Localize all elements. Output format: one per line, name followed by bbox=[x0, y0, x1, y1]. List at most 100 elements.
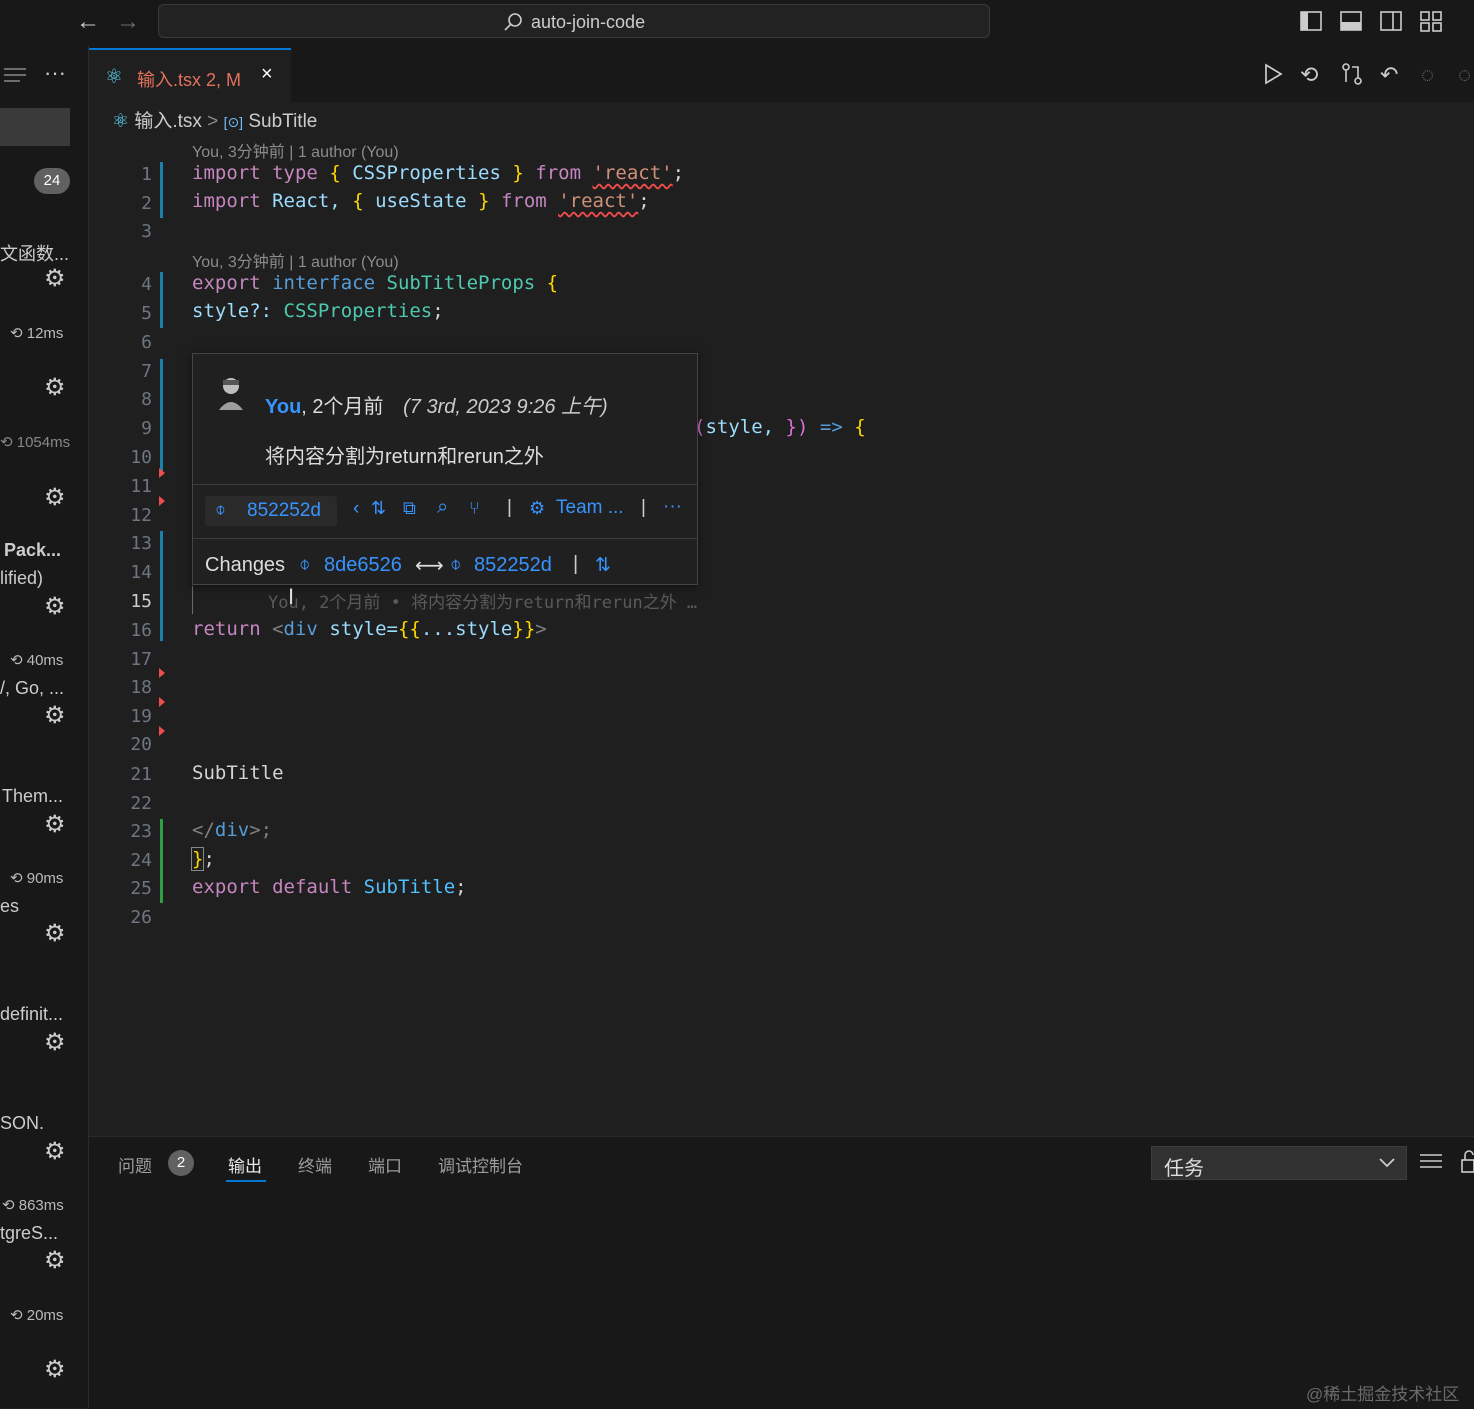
command-center-search[interactable]: auto-join-code bbox=[158, 4, 990, 38]
gear-icon[interactable]: ⚙ bbox=[44, 1137, 66, 1166]
tab-label: 输入.tsx 2, M bbox=[137, 70, 242, 90]
output-channel-select[interactable]: 任务 bbox=[1151, 1146, 1407, 1180]
line-number: 21 bbox=[130, 764, 152, 785]
gear-icon[interactable]: ⚙ bbox=[44, 264, 66, 293]
code-line-5[interactable]: style?: CSSProperties; bbox=[192, 300, 444, 322]
back-arrow-icon[interactable]: ← bbox=[76, 8, 100, 36]
run-icon[interactable] bbox=[1262, 62, 1284, 86]
gear-icon[interactable]: ⚙ bbox=[44, 483, 66, 512]
more-actions-icon[interactable]: ··· bbox=[44, 60, 66, 86]
extension-item-label[interactable]: es bbox=[0, 896, 19, 917]
gear-icon[interactable]: ⚙ bbox=[44, 1246, 66, 1275]
from-commit-link[interactable]: 8de6526 bbox=[324, 554, 402, 577]
line-number: 7 bbox=[141, 361, 152, 382]
line-number: 24 bbox=[130, 850, 152, 871]
gear-icon[interactable]: ⚙ bbox=[44, 701, 66, 730]
active-tab-indicator bbox=[226, 1180, 266, 1182]
extension-item-label[interactable]: tgreS... bbox=[0, 1223, 58, 1244]
code-line-16[interactable]: return <div style={{...style}}> bbox=[192, 618, 547, 640]
commit-icon: ⌽ bbox=[215, 499, 226, 519]
tab-ports[interactable]: 端口 bbox=[368, 1152, 402, 1177]
extension-item-label[interactable]: /, Go, ... bbox=[0, 678, 64, 699]
line-number: 23 bbox=[130, 821, 152, 842]
tab-problems[interactable]: 问题 bbox=[118, 1152, 152, 1177]
more-icon[interactable]: ··· bbox=[663, 496, 682, 518]
code-line-4[interactable]: export interface SubTitleProps { bbox=[192, 272, 558, 294]
gear-icon[interactable]: ⚙ bbox=[44, 1028, 66, 1057]
team-link[interactable]: Team ... bbox=[556, 497, 624, 519]
extension-item-label[interactable]: SON. bbox=[0, 1113, 44, 1134]
commit-sha: 852252d bbox=[247, 500, 321, 521]
code-line-21[interactable]: SubTitle bbox=[192, 762, 284, 784]
gutter-deleted-marker[interactable] bbox=[159, 697, 165, 707]
line-number: 8 bbox=[141, 389, 152, 410]
code-line-23[interactable]: </div>; bbox=[192, 819, 272, 841]
gutter-added-marker[interactable] bbox=[160, 819, 163, 903]
chevron-down-icon bbox=[1379, 1158, 1395, 1168]
breadcrumb-file[interactable]: 输入.tsx bbox=[134, 111, 202, 132]
line-number: 4 bbox=[141, 274, 152, 295]
tab-terminal[interactable]: 终端 bbox=[298, 1152, 332, 1177]
forward-arrow-icon[interactable]: → bbox=[116, 8, 140, 36]
previous-change-icon[interactable]: ◌ bbox=[1421, 62, 1434, 88]
compare-changes-icon[interactable] bbox=[1340, 62, 1364, 86]
code-line-25[interactable]: export default SubTitle; bbox=[192, 876, 467, 898]
gear-icon[interactable]: ⚙ bbox=[44, 373, 66, 402]
code-line-2[interactable]: import React, { useState } from 'react'; bbox=[192, 190, 650, 212]
code-line-9-fragment[interactable]: (style, }) => { bbox=[694, 416, 866, 438]
gutter-deleted-marker[interactable] bbox=[159, 468, 165, 478]
tab-output[interactable]: 输出 bbox=[228, 1152, 262, 1177]
toggle-panel-icon[interactable] bbox=[1340, 10, 1362, 32]
close-tab-icon[interactable]: × bbox=[261, 63, 273, 86]
code-line-24[interactable]: }; bbox=[190, 847, 215, 871]
open-changes-icon[interactable]: ⧉ bbox=[403, 498, 416, 519]
inline-blame-ghost-text[interactable]: You, 2个月前 • 将内容分割为return和rerun之外 … bbox=[268, 588, 697, 613]
lock-scroll-icon[interactable] bbox=[1460, 1150, 1474, 1174]
problems-count-badge: 2 bbox=[168, 1150, 194, 1176]
gutter-modified-marker[interactable] bbox=[160, 272, 163, 328]
gear-icon[interactable]: ⚙ bbox=[44, 919, 66, 948]
gutter-deleted-marker[interactable] bbox=[159, 668, 165, 678]
compare-icon[interactable]: ⇅ bbox=[371, 498, 386, 519]
breadcrumb-symbol[interactable]: SubTitle bbox=[248, 111, 317, 132]
gutter-modified-marker[interactable] bbox=[160, 359, 163, 471]
tab-debug-console[interactable]: 调试控制台 bbox=[438, 1152, 523, 1177]
code-line-1[interactable]: import type { CSSProperties } from 'reac… bbox=[192, 162, 684, 184]
search-commit-icon[interactable]: ⌕ bbox=[437, 496, 448, 519]
customize-layout-icon[interactable] bbox=[1420, 10, 1442, 32]
line-number: 16 bbox=[130, 620, 152, 641]
go-back-icon[interactable]: ↶ bbox=[1380, 62, 1398, 88]
extension-item-label[interactable]: Pack... bbox=[4, 540, 61, 561]
commit-message: 将内容分割为return和rerun之外 bbox=[265, 446, 544, 468]
gutter-deleted-marker[interactable] bbox=[159, 726, 165, 736]
line-number: 14 bbox=[130, 562, 152, 583]
toggle-primary-sidebar-icon[interactable] bbox=[1300, 10, 1322, 32]
sidebar-search-field[interactable] bbox=[0, 108, 70, 146]
previous-revision-icon[interactable]: ‹ bbox=[353, 498, 359, 520]
gear-icon[interactable]: ⚙ bbox=[44, 592, 66, 621]
line-number: 26 bbox=[130, 907, 152, 928]
gear-icon[interactable]: ⚙ bbox=[44, 810, 66, 839]
codelens-blame[interactable]: You, 3分钟前 | 1 author (You) bbox=[192, 248, 399, 272]
next-change-icon[interactable]: ◌ bbox=[1458, 62, 1471, 88]
to-commit-link[interactable]: 852252d bbox=[474, 554, 552, 577]
commit-sha-chip[interactable]: ⌽ 852252d bbox=[205, 496, 337, 526]
line-number: 10 bbox=[130, 447, 152, 468]
extension-item-label[interactable]: definit... bbox=[0, 1004, 63, 1025]
gutter-deleted-marker[interactable] bbox=[159, 496, 165, 506]
list-icon[interactable] bbox=[4, 66, 26, 84]
codelens-blame[interactable]: You, 3分钟前 | 1 author (You) bbox=[192, 138, 399, 162]
tab-input-tsx[interactable]: ⚛ 输入.tsx 2, M × bbox=[89, 48, 291, 104]
clear-output-icon[interactable] bbox=[1420, 1152, 1442, 1172]
line-number-current: 15 bbox=[130, 591, 152, 612]
line-number: 20 bbox=[130, 734, 152, 755]
toggle-secondary-sidebar-icon[interactable] bbox=[1380, 10, 1402, 32]
graph-icon[interactable]: ⑂ bbox=[469, 498, 480, 519]
extension-item-label[interactable]: Them... bbox=[2, 786, 63, 807]
compare-icon[interactable]: ⇅ bbox=[595, 554, 611, 577]
gutter-modified-marker[interactable] bbox=[160, 531, 163, 641]
gutter-modified-marker[interactable] bbox=[160, 162, 163, 218]
gear-icon[interactable]: ⚙ bbox=[44, 1355, 66, 1384]
extension-item-label[interactable]: 文函数... bbox=[0, 240, 69, 266]
timeline-history-icon[interactable]: ⟲ bbox=[1300, 62, 1318, 88]
